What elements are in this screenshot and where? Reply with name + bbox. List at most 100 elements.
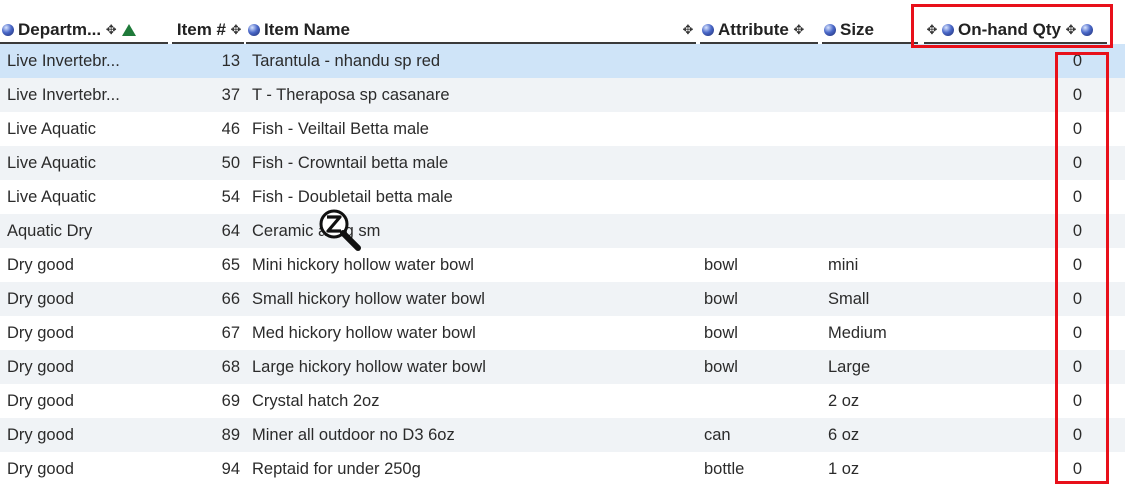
move-arrows-icon[interactable]: ✥ [792, 23, 806, 37]
cell-item-number[interactable]: 67 [150, 316, 240, 350]
cell-onhand-qty[interactable]: 0 [1040, 384, 1082, 418]
table-row[interactable]: Dry good 65 Mini hickory hollow water bowl… [0, 248, 1125, 282]
table-row[interactable]: Dry good 89 Miner all outdoor no D3 6oz can… [0, 418, 1125, 452]
cell-department[interactable]: Dry good [7, 452, 132, 486]
column-header-attribute[interactable]: Attribute ✥ [700, 18, 818, 44]
cell-size[interactable]: mini [828, 248, 928, 282]
cell-item-name[interactable]: T - Theraposa sp casanare [252, 78, 682, 112]
cell-item-name[interactable]: Fish - Doubletail betta male [252, 180, 682, 214]
cell-attribute[interactable]: bottle [704, 452, 804, 486]
blue-ball-icon[interactable] [1080, 24, 1093, 36]
table-row[interactable]: Live Aquatic 50 Fish - Crowntail betta mal… [0, 146, 1125, 180]
table-row[interactable]: Live Invertebr... 37 T - Theraposa sp casa… [0, 78, 1125, 112]
table-row[interactable]: Live Invertebr... 13 Tarantula - nhandu sp… [0, 44, 1125, 78]
move-arrows-icon[interactable]: ✥ [1064, 23, 1078, 37]
cell-onhand-qty[interactable]: 0 [1040, 180, 1082, 214]
cell-attribute[interactable] [704, 146, 804, 180]
cell-item-name[interactable]: Mini hickory hollow water bowl [252, 248, 682, 282]
cell-item-number[interactable]: 68 [150, 350, 240, 384]
cell-item-number[interactable]: 54 [150, 180, 240, 214]
cell-item-name[interactable]: Tarantula - nhandu sp red [252, 44, 682, 78]
cell-size[interactable] [828, 44, 928, 78]
table-row[interactable]: Dry good 67 Med hickory hollow water bowl b… [0, 316, 1125, 350]
cell-size[interactable] [828, 112, 928, 146]
cell-size[interactable] [828, 214, 928, 248]
cell-size[interactable]: Medium [828, 316, 928, 350]
table-row[interactable]: Dry good 94 Reptaid for under 250g bottle 1 … [0, 452, 1125, 486]
table-row[interactable]: Dry good 68 Large hickory hollow water bow… [0, 350, 1125, 384]
cell-attribute[interactable]: bowl [704, 248, 804, 282]
cell-department[interactable]: Live Aquatic [7, 112, 132, 146]
cell-onhand-qty[interactable]: 0 [1040, 282, 1082, 316]
blue-ball-icon[interactable] [248, 24, 260, 36]
cell-size[interactable] [828, 78, 928, 112]
blue-ball-icon[interactable] [942, 24, 954, 36]
cell-item-number[interactable]: 94 [150, 452, 240, 486]
cell-item-number[interactable]: 13 [150, 44, 240, 78]
cell-item-number[interactable]: 46 [150, 112, 240, 146]
cell-item-name[interactable]: Crystal hatch 2oz [252, 384, 682, 418]
cell-department[interactable]: Live Aquatic [7, 180, 132, 214]
cell-item-number[interactable]: 89 [150, 418, 240, 452]
cell-department[interactable]: Dry good [7, 350, 132, 384]
cell-item-number[interactable]: 37 [150, 78, 240, 112]
cell-attribute[interactable]: bowl [704, 350, 804, 384]
move-arrows-icon[interactable]: ✥ [104, 23, 118, 37]
cell-department[interactable]: Live Invertebr... [7, 44, 132, 78]
cell-item-number[interactable]: 65 [150, 248, 240, 282]
cell-attribute[interactable] [704, 78, 804, 112]
move-arrows-icon[interactable]: ✥ [681, 23, 695, 37]
cell-item-name[interactable]: Med hickory hollow water bowl [252, 316, 682, 350]
cell-onhand-qty[interactable]: 0 [1040, 248, 1082, 282]
cell-item-number[interactable]: 50 [150, 146, 240, 180]
blue-ball-icon[interactable] [2, 24, 14, 36]
cell-department[interactable]: Live Aquatic [7, 146, 132, 180]
cell-size[interactable]: 1 oz [828, 452, 928, 486]
cell-department[interactable]: Dry good [7, 248, 132, 282]
cell-attribute[interactable] [704, 44, 804, 78]
cell-onhand-qty[interactable]: 0 [1040, 146, 1082, 180]
column-header-item-number[interactable]: Item # ✥ [172, 18, 244, 44]
cell-department[interactable]: Dry good [7, 316, 132, 350]
cell-attribute[interactable]: bowl [704, 316, 804, 350]
cell-onhand-qty[interactable]: 0 [1040, 44, 1082, 78]
table-row[interactable]: Live Aquatic 46 Fish - Veiltail Betta male… [0, 112, 1125, 146]
column-header-onhand-qty[interactable]: ✥ On-hand Qty ✥ [924, 18, 1107, 44]
cell-size[interactable]: Large [828, 350, 928, 384]
table-row[interactable]: Dry good 66 Small hickory hollow water bow… [0, 282, 1125, 316]
sort-ascending-triangle-icon[interactable] [122, 24, 137, 36]
cell-item-name[interactable]: Small hickory hollow water bowl [252, 282, 682, 316]
cell-attribute[interactable] [704, 384, 804, 418]
cell-size[interactable]: 2 oz [828, 384, 928, 418]
cell-size[interactable] [828, 146, 928, 180]
cell-onhand-qty[interactable]: 0 [1040, 112, 1082, 146]
cell-onhand-qty[interactable]: 0 [1040, 214, 1082, 248]
cell-department[interactable]: Live Invertebr... [7, 78, 132, 112]
cell-item-name[interactable]: Large hickory hollow water bowl [252, 350, 682, 384]
table-row[interactable]: Dry good 69 Crystal hatch 2oz 2 oz 0 [0, 384, 1125, 418]
cell-item-name[interactable]: Miner all outdoor no D3 6oz [252, 418, 682, 452]
cell-attribute[interactable]: can [704, 418, 804, 452]
cell-item-name[interactable]: Fish - Crowntail betta male [252, 146, 682, 180]
cell-department[interactable]: Dry good [7, 418, 132, 452]
cell-item-name[interactable]: Fish - Veiltail Betta male [252, 112, 682, 146]
cell-size[interactable]: Small [828, 282, 928, 316]
cell-attribute[interactable] [704, 180, 804, 214]
move-arrows-icon[interactable]: ✥ [925, 23, 939, 37]
move-arrows-icon[interactable]: ✥ [229, 23, 243, 37]
cell-size[interactable] [828, 180, 928, 214]
table-row[interactable]: Aquatic Dry 64 Ceramic a log sm 0 [0, 214, 1125, 248]
cell-onhand-qty[interactable]: 0 [1040, 418, 1082, 452]
table-row[interactable]: Live Aquatic 54 Fish - Doubletail betta ma… [0, 180, 1125, 214]
cell-onhand-qty[interactable]: 0 [1040, 350, 1082, 384]
cell-attribute[interactable]: bowl [704, 282, 804, 316]
cell-onhand-qty[interactable]: 0 [1040, 78, 1082, 112]
column-header-department[interactable]: Departm... ✥ [0, 18, 168, 44]
cell-attribute[interactable] [704, 214, 804, 248]
cell-department[interactable]: Dry good [7, 384, 132, 418]
cell-onhand-qty[interactable]: 0 [1040, 452, 1082, 486]
cell-onhand-qty[interactable]: 0 [1040, 316, 1082, 350]
cell-size[interactable]: 6 oz [828, 418, 928, 452]
cell-item-number[interactable]: 66 [150, 282, 240, 316]
cell-department[interactable]: Dry good [7, 282, 132, 316]
